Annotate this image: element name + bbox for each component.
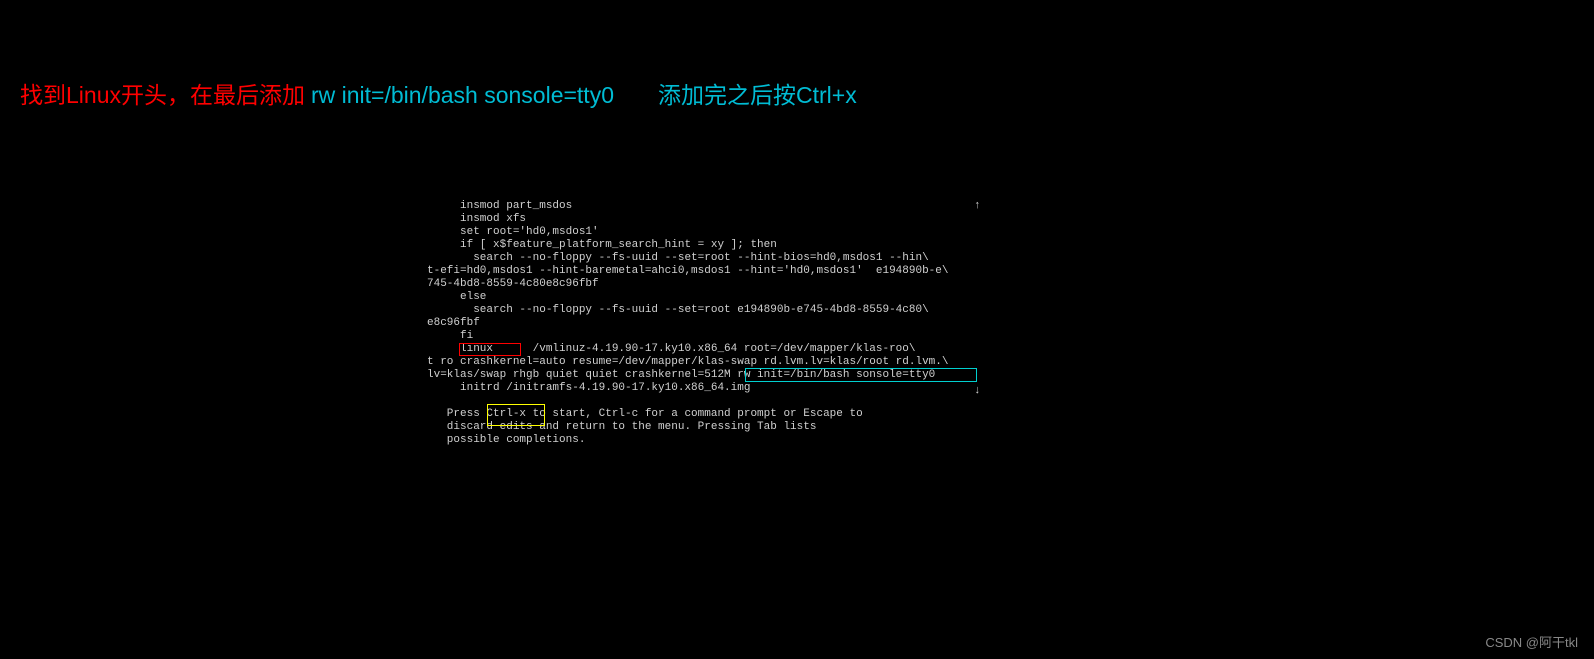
watermark: CSDN @阿干tkl bbox=[1485, 632, 1578, 651]
annotation-cyan2: 添加完之后按Ctrl+x bbox=[658, 76, 857, 110]
annotation-cyan: rw init=/bin/bash sonsole=tty0 bbox=[311, 82, 614, 109]
highlight-linux-keyword bbox=[459, 343, 521, 356]
highlight-ctrl-x bbox=[487, 404, 545, 426]
scroll-up-icon: ↑ bbox=[974, 200, 981, 212]
annotation-red: 找到Linux开头，在最后添加 bbox=[20, 76, 305, 110]
highlight-added-params bbox=[745, 368, 977, 382]
annotation-bar: 找到Linux开头，在最后添加 rw init=/bin/bash sonsol… bbox=[20, 76, 857, 110]
scroll-down-icon: ↓ bbox=[974, 385, 981, 397]
